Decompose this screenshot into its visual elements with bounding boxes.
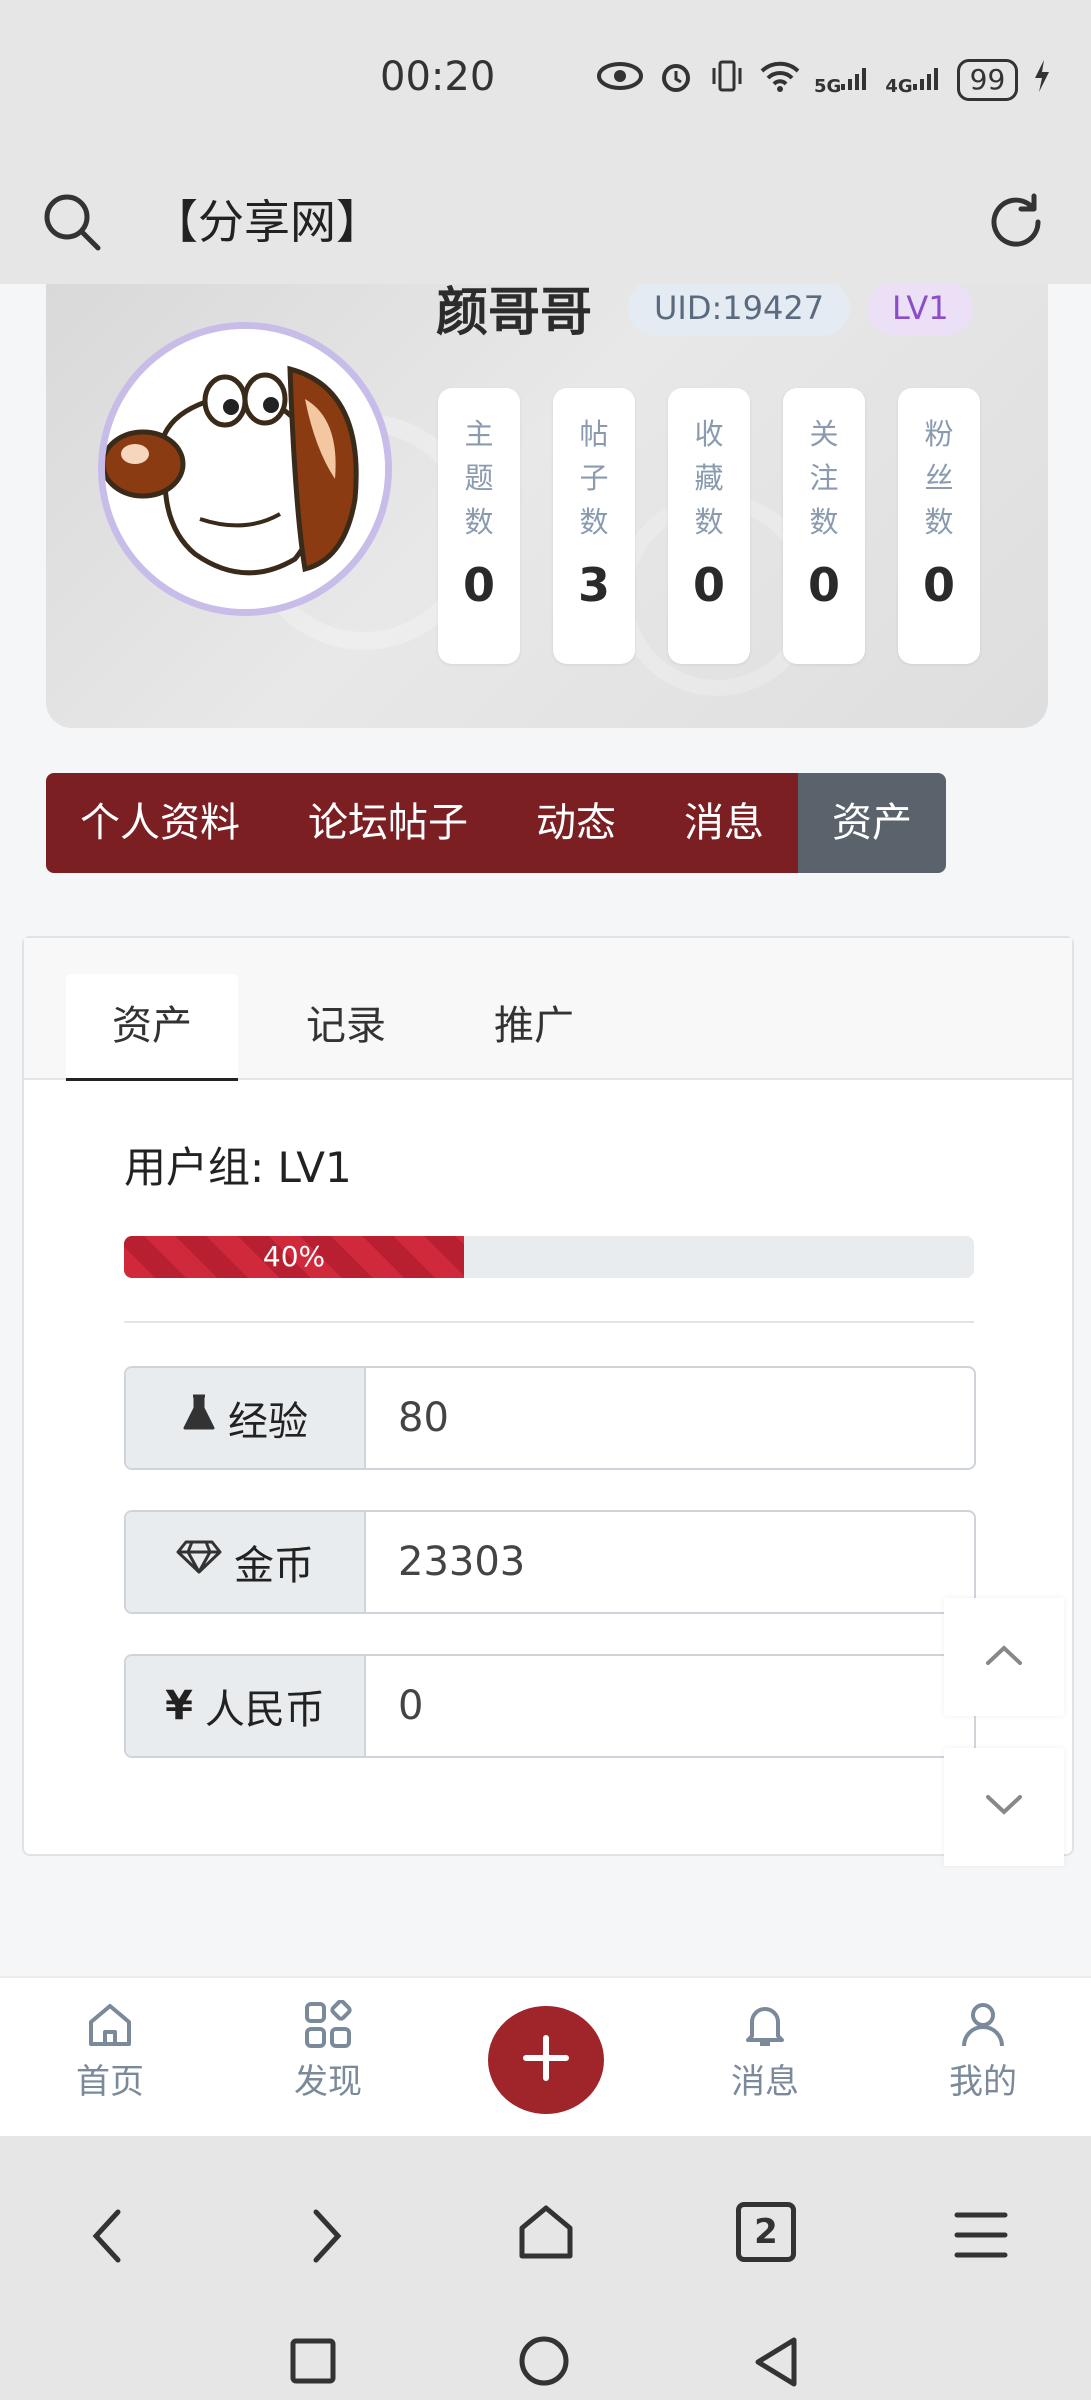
tab-activity[interactable]: 动态 (502, 773, 650, 873)
rmb-field: ¥ 人民币 0 (124, 1654, 976, 1758)
browser-home-icon[interactable] (516, 2202, 576, 2266)
nav-discover-label: 发现 (294, 2062, 362, 2102)
nav-home-label: 首页 (76, 2062, 144, 2102)
experience-label: 经验 (126, 1368, 366, 1468)
menu-icon[interactable] (954, 2210, 1008, 2264)
bell-icon (695, 2000, 835, 2050)
forward-arrow-icon[interactable] (306, 2206, 346, 2270)
eye-icon (596, 61, 644, 99)
stat-value: 0 (922, 558, 955, 612)
profile-card: 颜哥哥 UID:19427 LV1 主题数 0 帖子数 3 收藏数 0 关注数 … (46, 284, 1048, 728)
recents-square-icon[interactable] (290, 2338, 336, 2388)
charging-icon (1032, 58, 1052, 102)
status-bar: 00:20 5G 4G 99 (0, 0, 1091, 160)
signal-4g-icon: 4G (885, 64, 942, 97)
tabs-count: 2 (736, 2202, 796, 2262)
flask-icon (182, 1394, 216, 1442)
stat-followers[interactable]: 粉丝数 0 (898, 388, 980, 664)
nav-discover[interactable]: 发现 (258, 2000, 398, 2103)
signal-5g-label: 5G (814, 75, 842, 97)
asset-tab-records[interactable]: 记录 (260, 974, 432, 1078)
bottom-navigation: 首页 发现 消息 我的 (0, 1976, 1091, 2138)
nav-mine-label: 我的 (949, 2062, 1017, 2102)
experience-field: 经验 80 (124, 1366, 976, 1470)
vibrate-icon (708, 58, 746, 102)
nav-mine[interactable]: 我的 (913, 2000, 1053, 2103)
nav-messages[interactable]: 消息 (695, 2000, 835, 2103)
home-icon (40, 2000, 180, 2050)
tab-messages[interactable]: 消息 (650, 773, 798, 873)
stat-topics[interactable]: 主题数 0 (438, 388, 520, 664)
user-icon (913, 2000, 1053, 2050)
back-triangle-icon[interactable] (752, 2336, 800, 2392)
scroll-down-button[interactable] (944, 1748, 1064, 1866)
stat-value: 0 (692, 558, 725, 612)
plus-icon (520, 2032, 572, 2088)
stat-value: 0 (807, 558, 840, 612)
stat-label: 关注数 (809, 417, 839, 539)
username: 颜哥哥 (436, 284, 593, 343)
asset-tabs: 资产 记录 推广 (24, 938, 1072, 1081)
uid-badge: UID:19427 (628, 284, 851, 336)
asset-tab-assets[interactable]: 资产 (66, 974, 238, 1081)
signal-4g-label: 4G (885, 75, 913, 97)
nav-home[interactable]: 首页 (40, 2000, 180, 2103)
rmb-value[interactable]: 0 (366, 1656, 974, 1756)
experience-value[interactable]: 80 (366, 1368, 974, 1468)
tabs-count-button[interactable]: 2 (736, 2202, 796, 2262)
rmb-label-text: 人民币 (204, 1687, 325, 1733)
rmb-label: ¥ 人民币 (126, 1656, 366, 1756)
stat-value: 0 (462, 558, 495, 612)
scroll-down-icon (984, 1793, 1024, 1821)
status-icons: 5G 4G 99 (596, 58, 1052, 102)
page-title: 【分享网】 (152, 195, 382, 249)
gold-coins-label: 金币 (126, 1512, 366, 1612)
scroll-up-icon (984, 1643, 1024, 1671)
asset-tab-promotion[interactable]: 推广 (448, 974, 620, 1078)
create-post-button[interactable] (488, 2006, 604, 2114)
nav-messages-label: 消息 (731, 2062, 799, 2102)
yen-icon: ¥ (165, 1683, 193, 1729)
system-navigation: 2 (0, 2136, 1091, 2400)
progress-fill: 40% (124, 1236, 464, 1278)
grid-icon (258, 2000, 398, 2050)
user-group-label: 用户组: LV1 (124, 1143, 352, 1192)
experience-label-text: 经验 (228, 1399, 308, 1445)
tab-profile[interactable]: 个人资料 (46, 773, 274, 873)
wifi-icon (760, 60, 800, 100)
tab-assets[interactable]: 资产 (798, 773, 946, 873)
profile-nav-tabs: 个人资料 论坛帖子 动态 消息 资产 (46, 773, 946, 873)
stat-posts[interactable]: 帖子数 3 (553, 388, 635, 664)
gold-coins-field: 金币 23303 (124, 1510, 976, 1614)
stat-label: 主题数 (464, 417, 494, 539)
stat-favorites[interactable]: 收藏数 0 (668, 388, 750, 664)
level-progress-bar: 40% (124, 1236, 974, 1278)
stat-value: 3 (577, 558, 610, 612)
asset-panel: 资产 记录 推广 用户组: LV1 40% 经验 80 金币 23303 ¥ 人… (22, 936, 1074, 1856)
divider (124, 1321, 974, 1323)
search-icon[interactable] (40, 190, 104, 254)
tab-forum-posts[interactable]: 论坛帖子 (274, 773, 502, 873)
scroll-up-button[interactable] (944, 1598, 1064, 1716)
stat-label: 收藏数 (694, 417, 724, 539)
avatar[interactable] (98, 322, 392, 616)
app-bar: 【分享网】 (0, 160, 1091, 284)
level-badge: LV1 (868, 284, 973, 336)
home-circle-icon[interactable] (519, 2336, 569, 2390)
status-time: 00:20 (380, 54, 496, 100)
profile-stats: 主题数 0 帖子数 3 收藏数 0 关注数 0 粉丝数 0 (438, 388, 980, 664)
battery-indicator: 99 (956, 59, 1019, 101)
gold-coins-label-text: 金币 (234, 1543, 314, 1589)
diamond-icon (176, 1539, 222, 1585)
stat-label: 帖子数 (579, 417, 609, 539)
stat-label: 粉丝数 (924, 417, 954, 539)
refresh-icon[interactable] (982, 188, 1050, 256)
back-arrow-icon[interactable] (88, 2206, 128, 2270)
signal-5g-icon: 5G (814, 64, 871, 97)
stat-following[interactable]: 关注数 0 (783, 388, 865, 664)
alarm-icon (658, 58, 694, 102)
gold-coins-value[interactable]: 23303 (366, 1512, 974, 1612)
